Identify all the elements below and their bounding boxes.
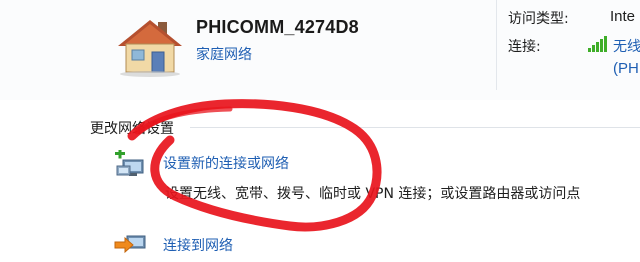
setup-connection-description: 设置无线、宽带、拨号、临时或 VPN 连接；或设置路由器或访问点 (165, 186, 581, 202)
setup-new-connection-link[interactable]: 设置新的连接或网络 (163, 153, 289, 173)
house-icon (118, 20, 182, 77)
access-type-label: 访问类型: (508, 11, 569, 27)
wireless-signal-icon (588, 36, 607, 52)
setup-connection-icon (115, 150, 144, 176)
network-type-link[interactable]: 家庭网络 (196, 44, 252, 64)
section-divider (190, 127, 640, 128)
access-type-value: Inte (610, 8, 636, 25)
connection-value-link[interactable]: 无线 (613, 36, 640, 56)
network-summary: PHICOMM_4274D8 家庭网络 访问类型: Inte 连接: 无线 (P… (0, 0, 640, 100)
network-name: PHICOMM_4274D8 (196, 17, 359, 37)
connect-to-network-link[interactable]: 连接到网络 (163, 235, 233, 255)
connect-network-icon (114, 235, 146, 254)
section-title: 更改网络设置 (90, 121, 174, 137)
connection-ssid-link[interactable]: (PH (613, 60, 639, 77)
details-divider (496, 0, 497, 90)
connection-label: 连接: (508, 39, 541, 55)
